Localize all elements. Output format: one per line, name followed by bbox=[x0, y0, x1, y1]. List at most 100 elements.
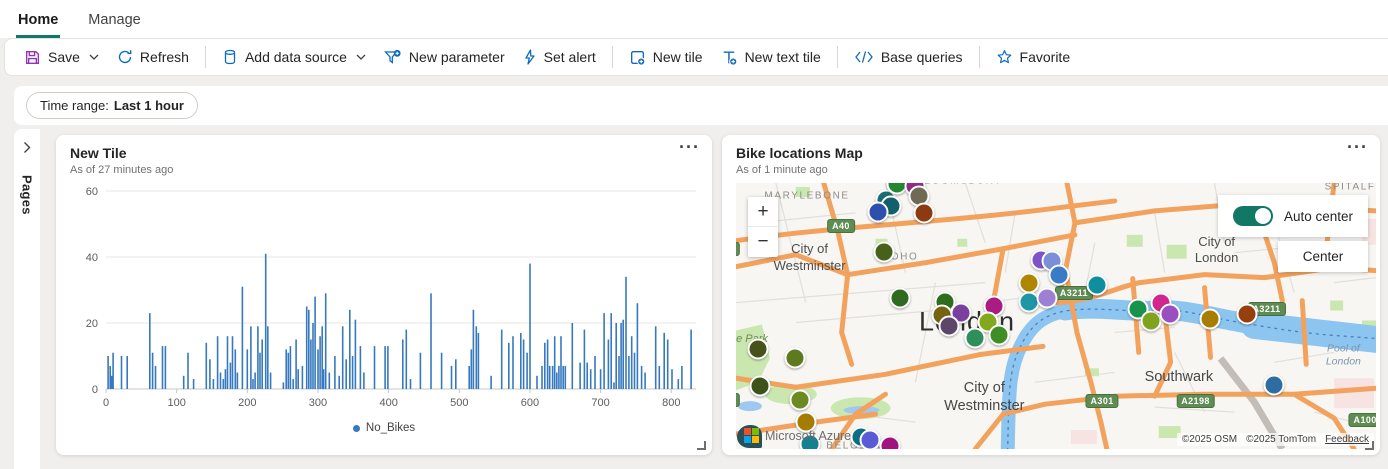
road-shield: A4 bbox=[736, 393, 739, 407]
time-range-value: Last 1 hour bbox=[114, 98, 184, 113]
svg-text:700: 700 bbox=[591, 397, 609, 409]
svg-text:500: 500 bbox=[450, 397, 468, 409]
tile-as-of: As of 1 minute ago bbox=[736, 164, 828, 176]
svg-text:0: 0 bbox=[92, 384, 98, 396]
auto-center-toggle[interactable] bbox=[1233, 206, 1273, 226]
svg-text:200: 200 bbox=[238, 397, 256, 409]
chevron-down-icon bbox=[356, 54, 366, 60]
bike-location-dot[interactable] bbox=[1237, 303, 1258, 324]
new-tile-button[interactable]: New tile bbox=[620, 44, 712, 71]
refresh-button[interactable]: Refresh bbox=[108, 44, 198, 70]
svg-text:40: 40 bbox=[86, 252, 98, 264]
toolbar-divider bbox=[837, 46, 838, 68]
tab-manage[interactable]: Manage bbox=[86, 4, 142, 38]
feedback-link[interactable]: Feedback bbox=[1325, 434, 1369, 445]
map-canvas[interactable]: MARYLEBONEBLOOMSBURYSPITALFIELSOHOBELGRA… bbox=[736, 183, 1376, 449]
svg-text:800: 800 bbox=[662, 397, 680, 409]
pages-label: Pages bbox=[20, 175, 35, 215]
bike-location-dot[interactable] bbox=[1159, 304, 1180, 325]
svg-text:20: 20 bbox=[86, 318, 98, 330]
road-shield: A301 bbox=[1086, 394, 1119, 408]
star-icon bbox=[996, 49, 1013, 65]
chevron-right-icon[interactable] bbox=[23, 141, 31, 159]
database-icon bbox=[222, 49, 238, 65]
save-button[interactable]: Save bbox=[15, 44, 108, 71]
bar-chart-area: 02040600100200300400500600700800 bbox=[62, 183, 706, 415]
bike-location-dot[interactable] bbox=[1037, 287, 1058, 308]
bar-chart: 02040600100200300400500600700800 bbox=[62, 183, 706, 415]
tile-new-tile: New Tile As of 27 minutes ago ··· 0 20 40 6… bbox=[56, 135, 712, 455]
map-zoom-controls: + − bbox=[748, 197, 778, 257]
auto-center-panel: Auto center bbox=[1218, 195, 1368, 237]
filter-band: Time range: Last 1 hour bbox=[14, 86, 1388, 125]
base-queries-button[interactable]: Base queries bbox=[845, 44, 972, 70]
new-text-tile-icon bbox=[721, 49, 738, 66]
azure-logo: Microsoft Azure bbox=[744, 428, 851, 443]
center-button[interactable]: Center bbox=[1278, 241, 1368, 272]
add-data-source-button[interactable]: Add data source bbox=[213, 44, 375, 70]
tile-title: Bike locations Map bbox=[736, 145, 863, 161]
toggle-knob bbox=[1255, 208, 1271, 224]
bike-location-dot[interactable] bbox=[890, 287, 911, 308]
tomtom-attribution: ©2025 TomTom bbox=[1246, 434, 1316, 445]
svg-text:400: 400 bbox=[379, 397, 397, 409]
tile-resize-handle[interactable] bbox=[697, 441, 706, 450]
tile-title: New Tile bbox=[70, 145, 127, 161]
svg-text:60: 60 bbox=[86, 186, 98, 198]
time-range-filter[interactable]: Time range: Last 1 hour bbox=[26, 92, 198, 119]
bike-location-dot[interactable] bbox=[790, 389, 811, 410]
bike-location-dot[interactable] bbox=[749, 376, 770, 397]
bike-location-dot[interactable] bbox=[868, 201, 889, 222]
legend-dot bbox=[353, 425, 360, 432]
zoom-in-button[interactable]: + bbox=[748, 197, 778, 227]
toolbar-divider bbox=[612, 46, 613, 68]
tile-resize-handle[interactable] bbox=[1365, 441, 1374, 450]
bike-location-dot[interactable] bbox=[1200, 309, 1221, 330]
road-shield: A2198 bbox=[1176, 394, 1215, 408]
svg-text:100: 100 bbox=[167, 397, 185, 409]
bike-location-dot[interactable] bbox=[873, 241, 894, 262]
bike-location-dot[interactable] bbox=[914, 202, 935, 223]
bike-location-dot[interactable] bbox=[989, 325, 1010, 346]
toolbar-divider bbox=[205, 46, 206, 68]
new-tile-icon bbox=[629, 49, 646, 66]
bike-location-dot[interactable] bbox=[1263, 375, 1284, 396]
bike-location-dot[interactable] bbox=[939, 315, 960, 336]
zoom-out-button[interactable]: − bbox=[748, 227, 778, 257]
toolbar: Save Refresh Add data source New paramet… bbox=[4, 38, 1388, 76]
tabs-bar: Home Manage bbox=[0, 0, 1388, 38]
bike-location-dot[interactable] bbox=[748, 339, 769, 360]
tile-bike-locations-map: Bike locations Map As of 1 minute ago ··… bbox=[722, 135, 1380, 455]
tile-as-of: As of 27 minutes ago bbox=[70, 164, 173, 176]
pages-sidebar[interactable]: Pages bbox=[14, 129, 40, 469]
microsoft-logo-icon bbox=[744, 428, 759, 443]
more-options-button[interactable]: ··· bbox=[679, 137, 700, 158]
refresh-icon bbox=[117, 49, 133, 65]
svg-text:0: 0 bbox=[103, 397, 109, 409]
legend-item-no-bikes[interactable]: No_Bikes bbox=[56, 422, 712, 434]
new-text-tile-button[interactable]: New text tile bbox=[712, 44, 830, 71]
road-shield: A40 bbox=[827, 219, 855, 233]
lightning-icon bbox=[523, 49, 537, 65]
chevron-down-icon bbox=[89, 54, 99, 60]
bike-location-dot[interactable] bbox=[1049, 264, 1070, 285]
favorite-button[interactable]: Favorite bbox=[987, 44, 1080, 70]
auto-center-label: Auto center bbox=[1284, 209, 1353, 224]
bike-location-dot[interactable] bbox=[965, 327, 986, 348]
set-alert-button[interactable]: Set alert bbox=[514, 44, 605, 70]
road-shield: A100 bbox=[1349, 413, 1376, 427]
svg-text:600: 600 bbox=[521, 397, 539, 409]
osm-attribution: ©2025 OSM bbox=[1182, 434, 1237, 445]
funnel-plus-icon bbox=[384, 49, 402, 66]
new-parameter-button[interactable]: New parameter bbox=[375, 44, 514, 71]
map-attribution: ©2025 OSM ©2025 TomTom Feedback bbox=[1177, 433, 1374, 446]
legend-label: No_Bikes bbox=[366, 422, 415, 434]
azure-logo-text: Microsoft Azure bbox=[765, 429, 851, 443]
bike-location-dot[interactable] bbox=[784, 348, 805, 369]
bike-location-dot[interactable] bbox=[1086, 274, 1107, 295]
tab-home[interactable]: Home bbox=[16, 4, 60, 38]
save-icon bbox=[24, 49, 41, 66]
bike-location-dot[interactable] bbox=[1019, 272, 1040, 293]
bike-location-dot[interactable] bbox=[860, 429, 881, 449]
more-options-button[interactable]: ··· bbox=[1347, 137, 1368, 158]
